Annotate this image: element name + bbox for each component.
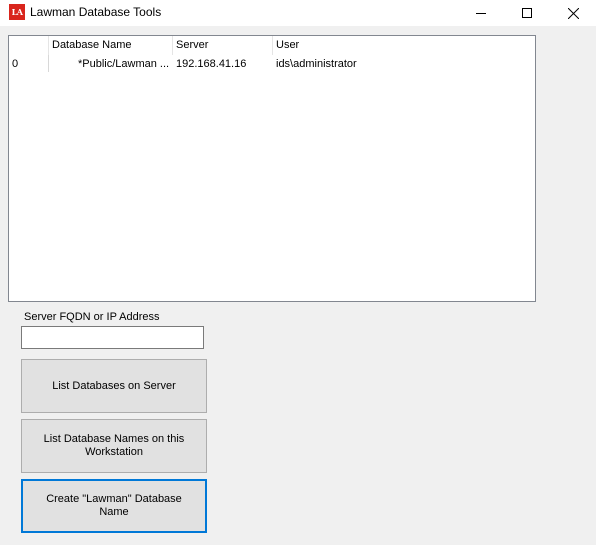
minimize-button[interactable] — [458, 0, 504, 26]
app-window: LA Lawman Database Tools Database Name S… — [0, 0, 596, 545]
server-address-label: Server FQDN or IP Address — [24, 311, 160, 323]
list-workstation-database-names-button[interactable]: List Database Names on this Workstation — [21, 419, 207, 473]
create-lawman-database-name-button[interactable]: Create "Lawman" Database Name — [21, 479, 207, 533]
row-server: 192.168.41.16 — [176, 58, 247, 70]
title-bar[interactable]: LA Lawman Database Tools — [0, 0, 596, 26]
list-header: Database Name Server User — [9, 36, 535, 55]
maximize-icon — [522, 8, 532, 18]
minimize-icon — [476, 13, 486, 14]
close-icon — [567, 7, 579, 19]
maximize-button[interactable] — [504, 0, 550, 26]
window-title: Lawman Database Tools — [30, 5, 162, 19]
column-header-server[interactable]: Server — [173, 36, 273, 55]
table-row[interactable]: 0 *Public/Lawman ... 192.168.41.16 ids\a… — [9, 55, 535, 73]
column-divider — [48, 55, 49, 72]
row-database-name: *Public/Lawman ... — [78, 58, 170, 70]
list-databases-on-server-button[interactable]: List Databases on Server — [21, 359, 207, 413]
column-header-index[interactable] — [9, 36, 49, 55]
server-address-input[interactable] — [21, 326, 204, 349]
database-list-view[interactable]: Database Name Server User 0 *Public/Lawm… — [8, 35, 536, 302]
column-header-database-name[interactable]: Database Name — [49, 36, 173, 55]
row-index: 0 — [12, 58, 19, 70]
column-header-user[interactable]: User — [273, 36, 413, 55]
close-button[interactable] — [550, 0, 596, 26]
app-logo-icon: LA — [9, 4, 25, 20]
row-user: ids\administrator — [276, 58, 357, 70]
